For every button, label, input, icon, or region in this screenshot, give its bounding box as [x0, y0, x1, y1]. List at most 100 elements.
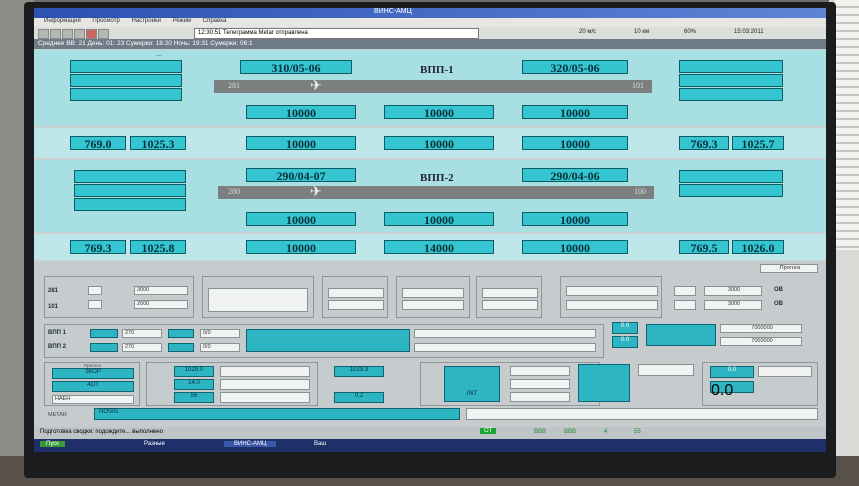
- cloud-select-1[interactable]: [510, 366, 570, 376]
- weather-select-2[interactable]: [328, 300, 384, 310]
- vis-stepper-2[interactable]: [88, 300, 102, 309]
- right-value-2[interactable]: 3000: [704, 300, 762, 310]
- menu-item-info[interactable]: Информация: [44, 18, 81, 24]
- vpp1-indicator-2: [168, 329, 194, 338]
- runway2-qnh-right: 1026.0: [732, 240, 784, 255]
- cloud-value: ЛКТ: [444, 366, 500, 402]
- metar-text: NOSIG: [94, 408, 460, 420]
- toolbar-button-3[interactable]: [62, 29, 73, 39]
- menu-item-help[interactable]: Справка: [203, 18, 227, 24]
- vpp2-long-field[interactable]: [414, 343, 596, 352]
- taskbar: Пуск Разные ВИНС-АМЦ Ваш: [34, 439, 826, 452]
- runway1-qfe-right: 769.3: [679, 136, 729, 151]
- toolbar-button-2[interactable]: [50, 29, 61, 39]
- menu-item-settings[interactable]: Настройки: [132, 18, 161, 24]
- runway-2-panel: 290/04-07 ВПП-2 290/04-06 280 ✈ 100 1000…: [34, 160, 826, 232]
- extra-group: [560, 276, 662, 318]
- status-number-1: ВВВ: [534, 429, 547, 435]
- runway1-dir-right: 101: [632, 81, 644, 90]
- runway1-left-box-2: [70, 74, 182, 87]
- small-input-2[interactable]: [674, 300, 696, 310]
- runway1-strip: 281 ✈ 101: [214, 77, 652, 93]
- airplane-icon: ✈: [310, 77, 322, 93]
- toolbar-button-1[interactable]: [38, 29, 49, 39]
- menu-bar: Информация Просмотр Настройки Режим Спра…: [34, 18, 826, 27]
- cloud-select-2[interactable]: [510, 379, 570, 389]
- status-indicator: ОТ: [480, 428, 497, 434]
- metar-input[interactable]: [466, 408, 818, 420]
- taskbar-item-2[interactable]: ВИНС-АМЦ: [224, 441, 277, 447]
- runway-1-panel: — 310/05-06 ВПП-1 320/05-06 281 ✈ 101 10…: [34, 50, 826, 126]
- weather-select-4[interactable]: [402, 300, 464, 310]
- runway-2-pressure-row: 769.3 1025.8 10000 14000 10000 769.5 102…: [34, 234, 826, 260]
- pressure-box: 1029.3: [334, 366, 384, 377]
- weather-select-6[interactable]: [482, 300, 538, 310]
- trend-field[interactable]: [638, 364, 694, 376]
- runway1-qnh-right: 1025.7: [732, 136, 784, 151]
- message-combo[interactable]: 12:30:51 Телеграмма Metar отправлена: [194, 28, 479, 39]
- small-input-1[interactable]: [674, 286, 696, 296]
- runway1-right-box-2: [679, 74, 783, 87]
- vis-value-1[interactable]: 3000: [134, 286, 188, 295]
- forecast-left-1: ЗКОР: [52, 368, 134, 379]
- status-number-4: 55: [634, 429, 641, 435]
- long-value-1[interactable]: 7000000: [720, 324, 802, 333]
- side-indicator: [646, 324, 716, 346]
- window-titlebar: ВИНС-АМЦ: [34, 8, 826, 18]
- center-value-3: 56: [174, 392, 214, 403]
- runway-1-pressure-row: 769.0 1025.3 10000 10000 10000 769.3 102…: [34, 128, 826, 158]
- right-value-1[interactable]: 3000: [704, 286, 762, 296]
- vpp2-value[interactable]: 0/0: [200, 343, 240, 352]
- toolbar-button-4[interactable]: [74, 29, 85, 39]
- weather-select-5[interactable]: [482, 288, 538, 298]
- window-title: ВИНС-АМЦ: [374, 8, 412, 15]
- taskbar-item-1[interactable]: Разные: [144, 441, 165, 447]
- vis-value-2[interactable]: 2000: [134, 300, 188, 309]
- right-small-select[interactable]: [758, 366, 812, 377]
- weather-select-3[interactable]: [402, 288, 464, 298]
- weather-select-1[interactable]: [328, 288, 384, 298]
- extra-input-2[interactable]: [566, 300, 658, 310]
- center-field-2[interactable]: [220, 379, 310, 390]
- forecast-button[interactable]: Прогноз: [760, 264, 818, 273]
- taskbar-item-3[interactable]: Ваш: [314, 441, 326, 447]
- menu-item-mode[interactable]: Режим: [173, 18, 192, 24]
- runway2-left-box-3: [74, 198, 186, 211]
- runway1-rvr-right: 10000: [522, 105, 628, 120]
- percent-readout: 60%: [684, 29, 697, 35]
- airplane-icon: ✈: [310, 183, 322, 199]
- extra-input-1[interactable]: [566, 286, 658, 296]
- runway1-dir-left: 281: [228, 81, 240, 90]
- monitor-screen: ВИНС-АМЦ Информация Просмотр Настройки Р…: [34, 8, 826, 452]
- toolbar-button-6[interactable]: [98, 29, 109, 39]
- window-blinds: [835, 0, 859, 250]
- runway2-bottom-mid: 14000: [384, 240, 494, 255]
- vpp2-indicator: [90, 343, 118, 352]
- runway1-qfe-left: 769.0: [70, 136, 126, 151]
- runway2-left-wind-value: 290/04-07: [246, 168, 356, 183]
- runway1-bottom-left: 10000: [246, 136, 356, 151]
- vpp2-label: ВПП 2: [48, 344, 66, 350]
- mode-combo[interactable]: НАЕН: [52, 395, 134, 404]
- vpp1-combo[interactable]: 270: [122, 329, 162, 338]
- long-value-2[interactable]: 7000000: [720, 337, 802, 346]
- runway1-rvr-mid: 10000: [384, 105, 494, 120]
- cloud-input[interactable]: [208, 288, 308, 312]
- runway1-left-box-1: [70, 60, 182, 73]
- runway1-right-box-3: [679, 88, 783, 101]
- status-text: Подготовка сводки: подождите... выполнен…: [40, 429, 163, 435]
- status-bar: Подготовка сводки: подождите... выполнен…: [34, 427, 826, 439]
- menu-item-view[interactable]: Просмотр: [92, 18, 119, 24]
- vis-stepper-1[interactable]: [88, 286, 102, 295]
- wind-speed-readout: 20 м/с: [579, 29, 597, 35]
- vpp2-combo[interactable]: 270: [122, 343, 162, 352]
- start-button[interactable]: Пуск: [40, 441, 65, 447]
- right-unit-1: ОВ: [774, 287, 783, 293]
- center-field-1[interactable]: [220, 366, 310, 377]
- center-field-3[interactable]: [220, 392, 310, 403]
- vpp1-value[interactable]: 0/0: [200, 329, 240, 338]
- vpp1-long-field[interactable]: [414, 329, 596, 338]
- toolbar-alert-button[interactable]: [86, 29, 97, 39]
- cloud-select-3[interactable]: [510, 392, 570, 402]
- runway2-right-box-2: [679, 184, 783, 197]
